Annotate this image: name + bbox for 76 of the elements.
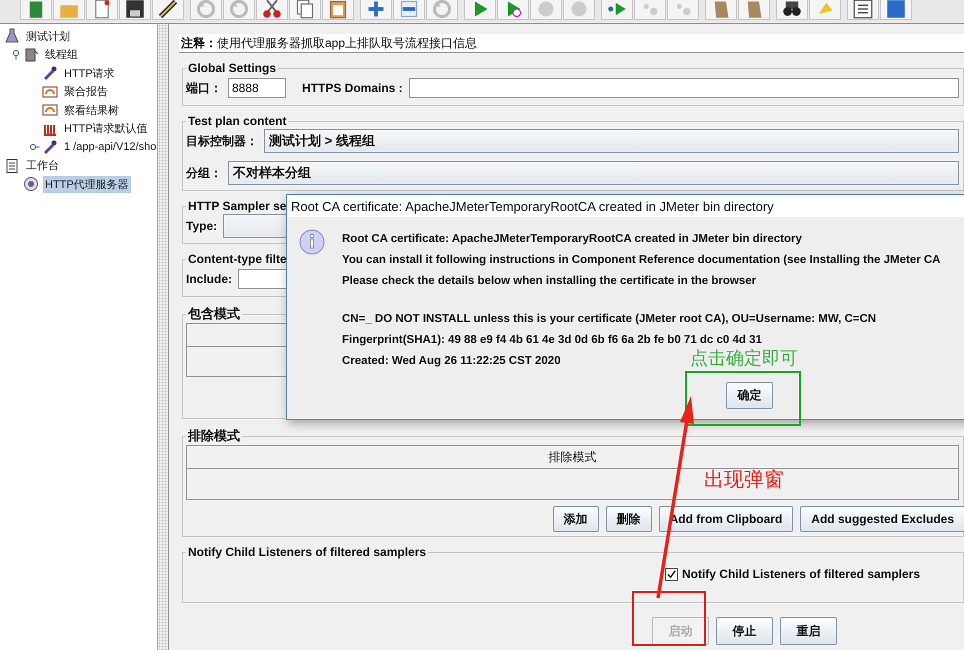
group-title: 包含模式: [186, 305, 241, 323]
pattern-button[interactable]: 添加: [552, 506, 599, 532]
gauge-icon: [42, 84, 58, 100]
tree-item[interactable]: 测试计划: [24, 28, 72, 45]
target-controller-dropdown[interactable]: 测试计划 > 线程组: [264, 129, 959, 153]
clipboard-icon: [4, 158, 20, 174]
gauge-icon: [42, 102, 58, 118]
undo-icon: [196, 0, 216, 19]
https-domains-label: HTTPS Domains :: [302, 81, 403, 95]
info-icon: [299, 229, 325, 255]
group-title: Notify Child Listeners of filtered samplers: [187, 545, 428, 559]
pipette-icon: [42, 139, 58, 156]
tree-item[interactable]: 工作台: [24, 157, 61, 174]
dialog-message-line: You can install it following instructions in Component Reference documentation (see Installing the JMeter CA: [342, 253, 940, 268]
grouping-label: 分组：: [186, 164, 222, 182]
ok-button[interactable]: 确定: [726, 382, 773, 409]
toolbar-button[interactable]: [776, 0, 808, 20]
toolbar-button[interactable]: [847, 0, 879, 20]
type-label: Type:: [186, 219, 218, 233]
flask-icon: [4, 28, 20, 44]
expanded-handle-icon[interactable]: [11, 50, 21, 60]
dialog-message-line: Please check the details below when installing the certificate in the browser: [342, 274, 756, 289]
action-button[interactable]: 停止: [716, 617, 773, 645]
collapsed-handle-icon[interactable]: [30, 142, 40, 152]
spool-icon: [23, 46, 39, 63]
group-title: Global Settings: [187, 61, 278, 75]
minus-icon: [399, 0, 419, 19]
tree-item[interactable]: 察看结果树: [62, 102, 121, 119]
column-header[interactable]: 排除模式: [187, 446, 958, 469]
dialog-message-line: CN=_ DO NOT INSTALL unless this is your certificate (JMeter root CA), OU=Username: MW, C=CN: [342, 312, 876, 327]
document-icon: [92, 0, 112, 19]
save-icon: [125, 0, 145, 19]
stop-icon: [536, 0, 556, 19]
group-title: Content-type filte: [187, 252, 288, 266]
tree-item[interactable]: HTTP请求默认值: [62, 120, 150, 138]
tree-item[interactable]: HTTP代理服务器: [43, 176, 131, 193]
redo-icon: [229, 0, 249, 19]
copy-icon: [295, 0, 315, 19]
checkbox-label: Notify Child Listeners of filtered samplers: [682, 567, 920, 581]
group-title: HTTP Sampler se: [187, 199, 288, 213]
group-title: Test plan content: [187, 114, 288, 128]
tree-item[interactable]: HTTP请求: [62, 64, 117, 82]
wand-icon: [158, 0, 178, 19]
port-label: 端口：: [186, 80, 222, 96]
help-icon: [886, 0, 906, 19]
plus-icon: [366, 0, 386, 19]
cut-icon: [262, 0, 282, 19]
tree-item[interactable]: 聚合报告: [62, 83, 110, 100]
tree-item[interactable]: 1 /app-api/V12/sho: [62, 140, 157, 154]
comment-field[interactable]: 注释：使用代理服务器抓取app上排队取号流程接口信息: [179, 34, 964, 53]
pattern-button[interactable]: 删除: [606, 506, 652, 532]
dialog-message-line: Fingerprint(SHA1): 49 88 e9 f4 4b 61 4e 3d 0d 6b f6 6a 2b fe b0 71 dc c0 4d 31: [342, 333, 762, 348]
annotation-text: 点击确定即可: [690, 349, 798, 369]
grouping-dropdown[interactable]: 不对样本分组: [228, 161, 959, 185]
annotation-text: 出现弹窗: [704, 469, 784, 491]
group-title: 排除模式: [186, 427, 241, 445]
target-icon: [23, 176, 39, 192]
list-icon: [853, 0, 873, 19]
shutdown-icon: [569, 0, 589, 19]
https-domains-field[interactable]: [408, 78, 959, 98]
action-button[interactable]: 重启: [780, 617, 837, 645]
dialog-message-line: Root CA certificate: ApacheJMeterTemporaryRootCA created in JMeter bin directory: [342, 232, 802, 247]
dialog-message-line: Created: Wed Aug 26 11:22:25 CST 2020: [342, 354, 561, 369]
binoculars-icon: [782, 0, 802, 19]
port-field[interactable]: 8888: [228, 78, 286, 98]
pattern-button[interactable]: Add suggested Excludes: [800, 506, 964, 532]
include-label: Include:: [186, 272, 232, 286]
checkbox[interactable]: [664, 568, 678, 580]
toolbar-button[interactable]: [119, 0, 151, 20]
target-controller-label: 目标控制器：: [186, 132, 258, 150]
paste-icon: [328, 0, 348, 19]
toggle-icon: [432, 0, 452, 19]
tree-item[interactable]: 线程组: [43, 46, 80, 64]
pipette-icon: [42, 65, 58, 82]
dialog-title: Root CA certificate: ApacheJMeterTemporaryRootCA created in JMeter bin directory: [287, 195, 964, 217]
toolbar-button[interactable]: [152, 0, 184, 20]
